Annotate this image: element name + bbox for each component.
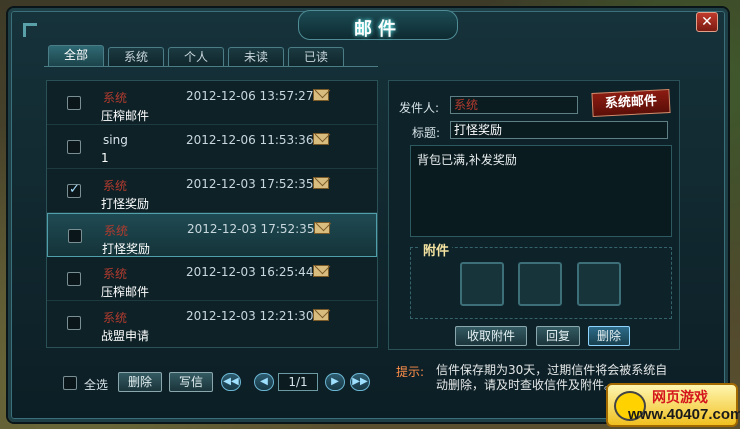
write-mail-button[interactable]: 写信 [169,372,213,392]
mail-subject: 战盟申请 [101,329,150,343]
prev-page-button[interactable]: ◀ [254,373,274,391]
tab-divider [44,66,378,67]
tab-all[interactable]: 全部 [48,45,104,67]
mail-date: 2012-12-06 13:57:27 [186,89,314,103]
envelope-icon [313,309,329,321]
reply-button[interactable]: 回复 [536,326,580,346]
sender-label: 发件人: [399,101,440,115]
mail-subject: 打怪奖励 [102,242,151,256]
mail-sender: 系统 [103,179,128,193]
title-plate: 邮件 [298,10,458,40]
corner-ornament [23,23,37,37]
mail-date: 2012-12-03 16:25:44 [186,265,314,279]
title-field: 打怪奖励 [450,121,668,139]
mail-row[interactable]: 系统 2012-12-06 13:57:27 压榨邮件 [47,81,377,125]
mail-row[interactable]: sing 2012-12-06 11:53:36 1 [47,125,377,169]
mail-sender: sing [103,133,128,147]
select-all-checkbox[interactable] [63,376,77,390]
mail-checkbox[interactable] [67,140,81,154]
delete-mail-button[interactable]: 删除 [588,326,630,346]
watermark-title: 网页游戏 [652,390,708,406]
site-watermark: 网页游戏 www.40407.com [606,383,740,427]
attachment-slot-3[interactable] [577,262,621,306]
envelope-icon [314,222,330,234]
mail-checkbox[interactable] [67,96,81,110]
collect-attachment-button[interactable]: 收取附件 [455,326,527,346]
next-page-button[interactable]: ▶ [325,373,345,391]
attachment-slot-1[interactable] [460,262,504,306]
tab-read[interactable]: 已读 [288,47,344,67]
window-title: 邮件 [354,19,402,40]
mail-sender: 系统 [103,91,128,105]
attachment-label: 附件 [420,240,453,259]
double-left-arrow-icon: ◀◀ [223,376,239,387]
mail-checkbox[interactable] [67,272,81,286]
mail-row[interactable]: 系统 2012-12-03 16:25:44 压榨邮件 [47,257,377,301]
envelope-icon [313,177,329,189]
mail-list: 系统 2012-12-06 13:57:27 压榨邮件 sing 2012-12… [46,80,378,348]
tab-system[interactable]: 系统 [108,47,164,67]
mail-date: 2012-12-03 12:21:30 [186,309,314,323]
envelope-icon [313,133,329,145]
first-page-button[interactable]: ◀◀ [221,373,241,391]
close-icon: ✕ [701,14,713,30]
mail-subject: 1 [101,151,109,165]
mail-body: 背包已满,补发奖励 [410,145,672,237]
system-mail-stamp: 系统邮件 [591,88,671,118]
mail-row[interactable]: 系统 2012-12-03 12:21:30 战盟申请 [47,301,377,345]
mail-date: 2012-12-06 11:53:36 [186,133,314,147]
hint-label: 提示: [396,365,425,379]
delete-selected-button[interactable]: 删除 [118,372,162,392]
mail-sender: 系统 [103,267,128,281]
close-button[interactable]: ✕ [696,12,718,32]
mail-row[interactable]: ✓ 系统 2012-12-03 17:52:35 打怪奖励 [47,169,377,213]
mail-sender: 系统 [104,224,129,238]
watermark-url: www.40407.com [628,406,740,423]
tab-unread[interactable]: 未读 [228,47,284,67]
mail-checkbox[interactable] [67,316,81,330]
mail-subject: 压榨邮件 [101,285,150,299]
mail-date: 2012-12-03 17:52:35 [187,222,315,236]
right-arrow-icon: ▶ [331,376,339,387]
attachment-slot-2[interactable] [518,262,562,306]
select-all-label: 全选 [84,378,109,392]
mail-row-selected[interactable]: 系统 2012-12-03 17:52:35 打怪奖励 [47,213,377,257]
last-page-button[interactable]: ▶▶ [350,373,370,391]
page-indicator: 1/1 [278,373,318,391]
tab-personal[interactable]: 个人 [168,47,224,67]
mail-checkbox[interactable] [68,229,82,243]
envelope-icon [313,265,329,277]
mail-sender: 系统 [103,311,128,325]
mail-subject: 打怪奖励 [101,197,150,211]
envelope-icon [313,89,329,101]
mail-date: 2012-12-03 17:52:35 [186,177,314,191]
check-icon: ✓ [69,182,80,197]
mail-subject: 压榨邮件 [101,109,150,123]
sender-field: 系统 [450,96,578,114]
tab-bar: 全部 系统 个人 未读 已读 [48,45,344,67]
double-right-arrow-icon: ▶▶ [352,376,368,387]
mail-checkbox[interactable]: ✓ [67,182,81,198]
title-label: 标题: [412,126,441,140]
left-arrow-icon: ◀ [260,376,268,387]
